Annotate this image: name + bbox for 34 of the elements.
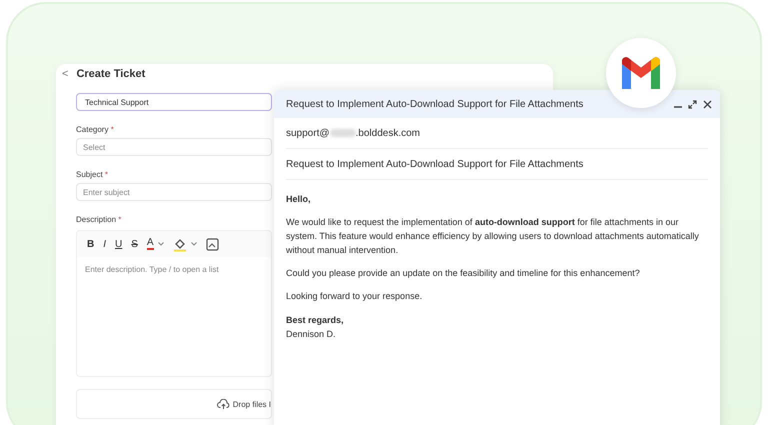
recipient-address: support@	[286, 128, 330, 138]
mail-logo-icon	[619, 56, 663, 90]
field-label: Category *	[76, 125, 114, 134]
font-color-button[interactable]: A	[146, 238, 154, 250]
drop-zone[interactable]: Drop files I	[76, 389, 272, 419]
email-subject: Request to Implement Auto-Download Support for File Attachments	[286, 149, 708, 180]
body-paragraph: Could you please provide an update on the feasibility and timeline for this enhancement?	[286, 267, 641, 280]
italic-button[interactable]: I	[103, 238, 106, 250]
expand-icon[interactable]	[688, 100, 697, 108]
input-field[interactable]: Enter subject	[76, 183, 272, 201]
email-title: Request to Implement Auto-Download Support for File Attachments	[286, 98, 584, 110]
closing: Best regards,	[286, 314, 345, 327]
close-icon[interactable]	[703, 100, 712, 108]
redaction-blur	[330, 129, 356, 137]
signature: Dennison D.	[286, 328, 337, 341]
description-editor[interactable]: B I U S A Enter description. Type / to open a list	[76, 230, 272, 377]
image-icon[interactable]	[206, 238, 219, 250]
greeting: Hello,	[286, 193, 312, 206]
page-title: Create Ticket	[76, 68, 146, 80]
input-field[interactable]: Select	[76, 138, 272, 156]
bold-button[interactable]: B	[87, 238, 94, 250]
body-paragraph: Looking forward to your response.	[286, 290, 424, 303]
highlight-icon[interactable]	[172, 236, 187, 252]
upload-cloud-icon	[216, 398, 230, 410]
caret-icon[interactable]	[158, 242, 164, 246]
field-label: Subject *	[76, 170, 108, 179]
team-field[interactable]: Technical Support	[76, 93, 272, 111]
field-label: Description *	[76, 215, 122, 224]
strikethrough-button[interactable]: S	[131, 238, 138, 250]
recipient-address: .bolddesk.com	[356, 128, 420, 138]
caret-icon[interactable]	[190, 242, 197, 246]
body-paragraph: We would like to request the implementation of auto-download support for file attachments in our system. This feature would enhance efficiency by allowing users to download attachments automatically without manual intervention.	[286, 216, 700, 257]
underline-button[interactable]: U	[115, 238, 122, 250]
back-button[interactable]: <	[62, 68, 68, 80]
